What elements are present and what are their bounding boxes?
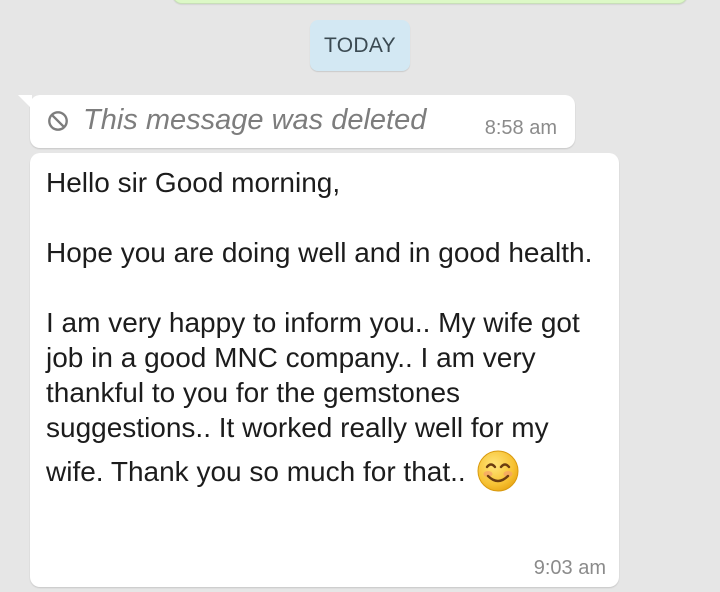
message-timestamp: 8:58 am bbox=[484, 117, 557, 139]
message-last-line: wife. Thank you so much for that.. bbox=[46, 449, 606, 493]
message-paragraph: I am very happy to inform you.. My wife … bbox=[46, 307, 580, 443]
date-separator: TODAY bbox=[310, 20, 410, 71]
message-timestamp: 9:03 am bbox=[533, 557, 606, 579]
deleted-message-bubble[interactable]: This message was deleted 8:58 am bbox=[18, 95, 575, 148]
message-paragraph: Hope you are doing well and in good heal… bbox=[46, 237, 593, 268]
previous-outgoing-bubble bbox=[172, 0, 688, 4]
message-paragraph: Hello sir Good morning, bbox=[46, 167, 341, 198]
message-body: Hello sir Good morning, Hope you are doi… bbox=[46, 165, 606, 493]
incoming-message-bubble[interactable]: Hello sir Good morning, Hope you are doi… bbox=[30, 153, 619, 587]
message-last-line-text: wife. Thank you so much for that.. bbox=[46, 455, 466, 487]
blocked-circle-icon bbox=[48, 111, 68, 131]
deleted-message-text: This message was deleted bbox=[83, 104, 427, 136]
smiling-face-emoji-icon bbox=[477, 450, 519, 492]
